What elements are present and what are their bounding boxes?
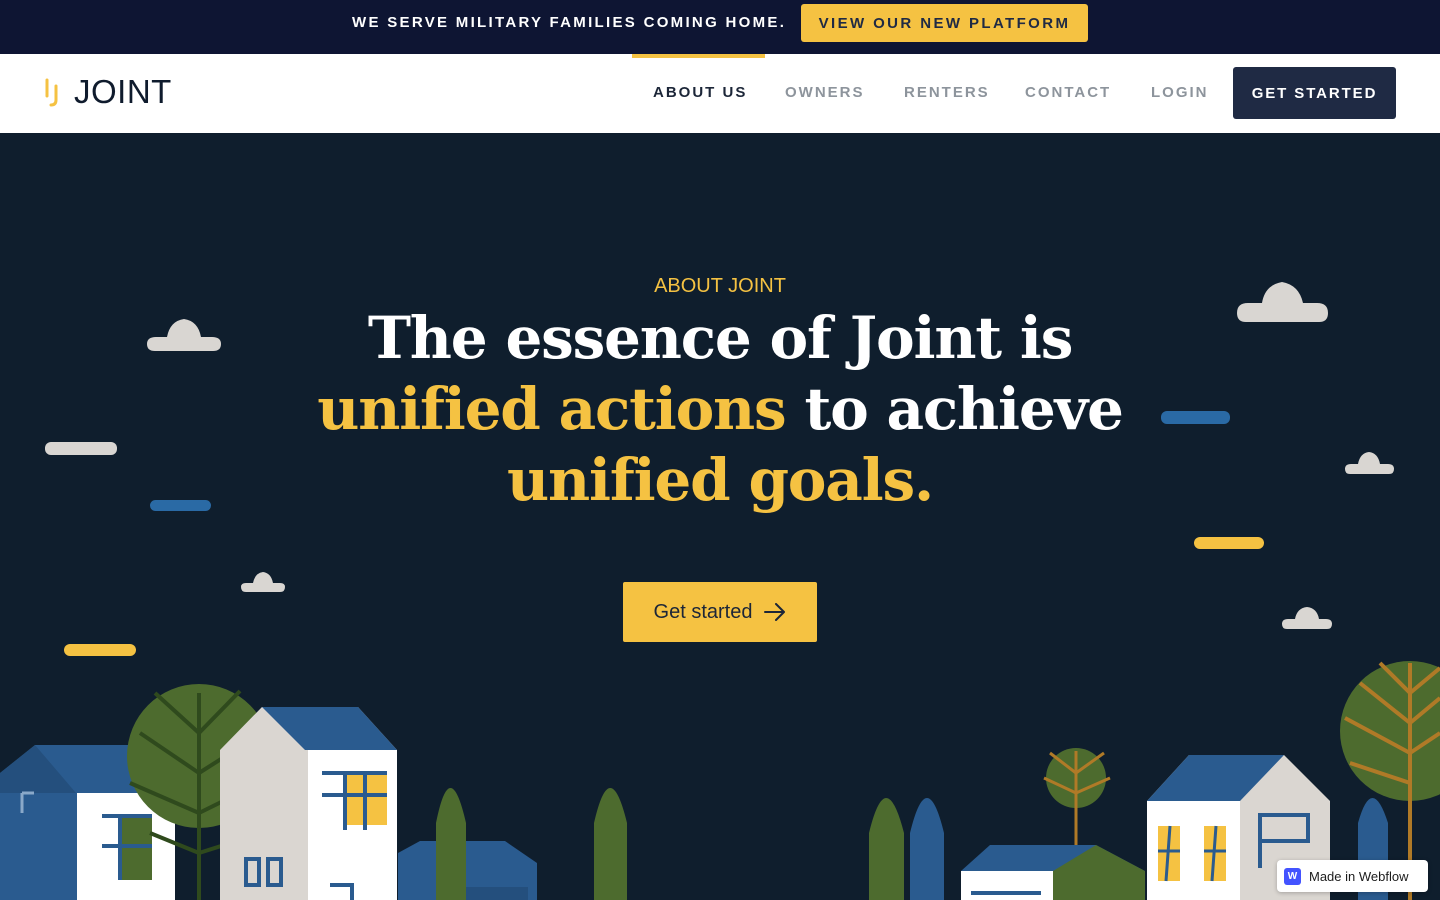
tree-illustration xyxy=(436,788,466,900)
hero-title-line1: The essence of Joint is xyxy=(367,304,1074,372)
cloud-icon xyxy=(1345,452,1394,474)
nav-contact[interactable]: CONTACT xyxy=(1025,84,1111,102)
tree-illustration xyxy=(1043,748,1111,853)
announcement-bar: WE SERVE MILITARY FAMILIES COMING HOME. … xyxy=(0,0,1440,54)
house-illustration xyxy=(961,845,1145,900)
nav-login[interactable]: LOGIN xyxy=(1151,84,1209,102)
tree-illustration xyxy=(127,684,281,900)
house-illustration xyxy=(0,745,175,900)
hero-get-started-button[interactable]: Get started xyxy=(623,582,817,642)
house-illustration xyxy=(398,841,537,900)
nav-about-us[interactable]: ABOUT US xyxy=(653,84,747,102)
decorative-dash xyxy=(150,500,211,511)
hero-cta-label: Get started xyxy=(653,600,753,623)
logo-text: JOINT xyxy=(74,73,172,110)
get-started-nav-button[interactable]: GET STARTED xyxy=(1233,67,1396,119)
decorative-dash xyxy=(1194,537,1264,549)
hero-title-highlight-2: unified goals. xyxy=(507,446,934,514)
hero-eyebrow: ABOUT JOINT xyxy=(654,275,786,297)
webflow-logo-icon: W xyxy=(1284,867,1301,885)
hero-title-highlight-1: unified actions xyxy=(317,375,786,443)
joint-logo-icon xyxy=(45,78,58,107)
nav-renters[interactable]: RENTERS xyxy=(904,84,990,102)
decorative-dash xyxy=(64,644,136,656)
made-in-webflow-badge[interactable]: W Made in Webflow xyxy=(1277,860,1428,892)
hero-title: The essence of Joint is unified actions … xyxy=(220,303,1220,516)
cloud-icon xyxy=(147,319,221,351)
decorative-dash xyxy=(45,442,117,455)
cloud-icon xyxy=(241,572,285,592)
cloud-icon xyxy=(1282,607,1332,629)
arrow-right-icon xyxy=(764,603,786,621)
house-illustration xyxy=(220,707,397,900)
nav-owners[interactable]: OWNERS xyxy=(785,84,865,102)
tree-illustration xyxy=(594,788,627,900)
hero-section: ABOUT JOINT The essence of Joint is unif… xyxy=(0,133,1440,900)
site-header: JOINT ABOUT US OWNERS RENTERS CONTACT LO… xyxy=(0,54,1440,133)
tree-illustration xyxy=(910,798,944,900)
active-nav-indicator xyxy=(632,54,765,58)
logo-link[interactable]: JOINT xyxy=(42,74,172,110)
view-platform-button[interactable]: VIEW OUR NEW PLATFORM xyxy=(801,4,1088,42)
webflow-badge-text: Made in Webflow xyxy=(1309,868,1409,884)
neighborhood-illustration xyxy=(0,661,1440,900)
announcement-text: WE SERVE MILITARY FAMILIES COMING HOME. xyxy=(352,14,787,31)
hero-title-mid: to achieve xyxy=(785,375,1123,443)
tree-illustration xyxy=(869,798,904,900)
